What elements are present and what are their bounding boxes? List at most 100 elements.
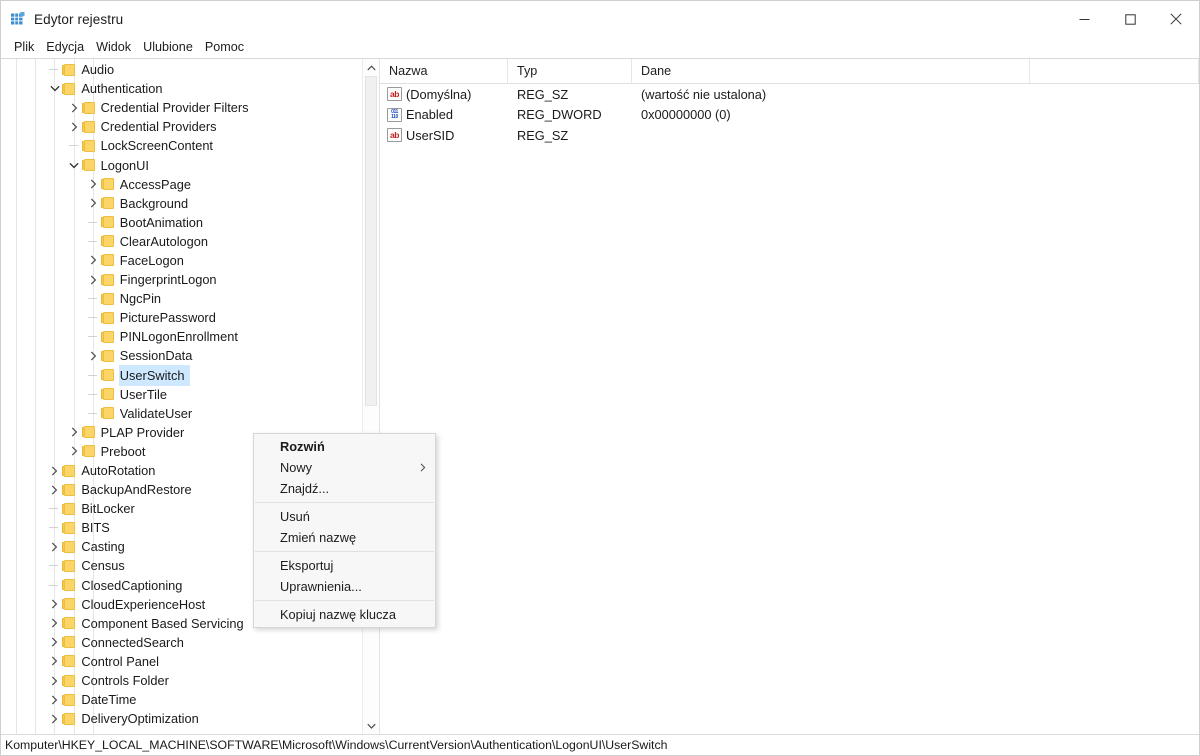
- folder-icon: [62, 636, 75, 648]
- context-menu-item[interactable]: Znajdź...: [254, 478, 435, 499]
- chevron-right-icon[interactable]: [47, 656, 62, 666]
- tree-line-spacer: [86, 370, 101, 381]
- chevron-right-icon[interactable]: [47, 618, 62, 628]
- value-row[interactable]: 011110EnabledREG_DWORD0x00000000 (0): [380, 105, 1199, 126]
- chevron-down-icon[interactable]: [67, 162, 82, 169]
- tree-node[interactable]: ConnectedSearch: [1, 633, 362, 652]
- chevron-right-icon[interactable]: [86, 255, 101, 265]
- column-header-filler: [1030, 59, 1199, 83]
- value-name-cell: ab(Domyślna): [380, 87, 508, 102]
- value-name-cell: abUserSID: [380, 128, 508, 143]
- tree-node[interactable]: UserTile: [1, 385, 362, 404]
- chevron-right-icon[interactable]: [67, 427, 82, 437]
- maximize-button[interactable]: [1107, 1, 1153, 37]
- menu-help[interactable]: Pomoc: [199, 37, 250, 58]
- tree-node-selected[interactable]: UserSwitch: [1, 366, 362, 385]
- close-button[interactable]: [1153, 1, 1199, 37]
- tree-node-label: PLAP Provider: [101, 423, 189, 442]
- chevron-right-icon[interactable]: [47, 466, 62, 476]
- tree-line-spacer: [67, 140, 82, 151]
- tree-node[interactable]: Control Panel: [1, 652, 362, 671]
- chevron-right-icon[interactable]: [86, 198, 101, 208]
- tree-node[interactable]: FaceLogon: [1, 251, 362, 270]
- chevron-right-icon[interactable]: [47, 695, 62, 705]
- chevron-right-icon[interactable]: [86, 179, 101, 189]
- tree-node[interactable]: FingerprintLogon: [1, 270, 362, 289]
- tree-node[interactable]: BootAnimation: [1, 213, 362, 232]
- value-data: 0x00000000 (0): [632, 107, 1199, 122]
- registry-tree-pane: AudioAuthenticationCredential Provider F…: [1, 59, 380, 734]
- menu-edit[interactable]: Edycja: [40, 37, 90, 58]
- context-menu-item[interactable]: Zmień nazwę: [254, 527, 435, 548]
- context-menu-item[interactable]: Rozwiń: [254, 436, 435, 457]
- tree-node[interactable]: NgcPin: [1, 289, 362, 308]
- chevron-right-icon[interactable]: [67, 103, 82, 113]
- tree-node[interactable]: Authentication: [1, 79, 362, 98]
- scroll-up-icon[interactable]: [363, 59, 380, 76]
- menu-view[interactable]: Widok: [90, 37, 137, 58]
- tree-node-label: ClosedCaptioning: [81, 576, 186, 595]
- folder-icon: [101, 369, 114, 381]
- tree-node[interactable]: PINLogonEnrollment: [1, 327, 362, 346]
- tree-node[interactable]: Credential Provider Filters: [1, 98, 362, 117]
- tree-node[interactable]: Audio: [1, 60, 362, 79]
- value-row[interactable]: ab(Domyślna)REG_SZ(wartość nie ustalona): [380, 84, 1199, 105]
- tree-node-label: DeliveryOptimization: [81, 709, 202, 728]
- context-menu-item-label: Kopiuj nazwę klucza: [280, 607, 396, 622]
- context-menu-item[interactable]: Usuń: [254, 506, 435, 527]
- tree-node[interactable]: Background: [1, 194, 362, 213]
- tree-node[interactable]: DateTime: [1, 690, 362, 709]
- tree-vertical-scrollbar[interactable]: [362, 59, 379, 734]
- chevron-right-icon[interactable]: [86, 275, 101, 285]
- chevron-right-icon[interactable]: [86, 351, 101, 361]
- tree-node[interactable]: Credential Providers: [1, 117, 362, 136]
- chevron-right-icon[interactable]: [47, 637, 62, 647]
- tree-line-spacer: [47, 560, 62, 571]
- chevron-right-icon[interactable]: [47, 599, 62, 609]
- folder-icon: [62, 465, 75, 477]
- context-menu-item[interactable]: Nowy: [254, 457, 435, 478]
- chevron-right-icon[interactable]: [67, 122, 82, 132]
- tree-node[interactable]: SessionData: [1, 346, 362, 365]
- value-name: (Domyślna): [406, 87, 471, 102]
- column-header-typ[interactable]: Typ: [508, 59, 632, 83]
- chevron-right-icon[interactable]: [67, 446, 82, 456]
- scroll-down-icon[interactable]: [363, 717, 380, 734]
- column-header-dane[interactable]: Dane: [632, 59, 1030, 83]
- tree-line-spacer: [86, 293, 101, 304]
- status-bar: Komputer\HKEY_LOCAL_MACHINE\SOFTWARE\Mic…: [1, 734, 1199, 755]
- scrollbar-thumb[interactable]: [365, 76, 377, 406]
- chevron-right-icon[interactable]: [47, 714, 62, 724]
- menu-file[interactable]: Plik: [8, 37, 40, 58]
- tree-node[interactable]: Controls Folder: [1, 671, 362, 690]
- column-header-nazwa[interactable]: Nazwa: [380, 59, 508, 83]
- context-menu-item[interactable]: Uprawnienia...: [254, 576, 435, 597]
- tree-node[interactable]: ClearAutologon: [1, 232, 362, 251]
- context-menu-item[interactable]: Eksportuj: [254, 555, 435, 576]
- chevron-right-icon[interactable]: [47, 485, 62, 495]
- tree-node[interactable]: AccessPage: [1, 175, 362, 194]
- context-menu-item[interactable]: Kopiuj nazwę klucza: [254, 604, 435, 625]
- tree-node[interactable]: ValidateUser: [1, 404, 362, 423]
- value-name-cell: 011110Enabled: [380, 107, 508, 122]
- value-row[interactable]: abUserSIDREG_SZ: [380, 125, 1199, 146]
- context-menu-separator: [255, 502, 434, 503]
- folder-icon: [62, 503, 75, 515]
- minimize-button[interactable]: [1061, 1, 1107, 37]
- tree-node-label: PicturePassword: [120, 308, 220, 327]
- tree-node[interactable]: LogonUI: [1, 155, 362, 174]
- chevron-right-icon[interactable]: [47, 676, 62, 686]
- tree-node[interactable]: LockScreenContent: [1, 136, 362, 155]
- chevron-down-icon[interactable]: [47, 85, 62, 92]
- tree-context-menu[interactable]: RozwińNowyZnajdź... Usuń Zmień nazwę Ekspor…: [253, 433, 436, 628]
- context-menu-item-label: Zmień nazwę: [280, 530, 356, 545]
- tree-node-label: LogonUI: [101, 156, 153, 175]
- values-column-header: NazwaTypDane: [380, 59, 1199, 84]
- tree-node[interactable]: DeliveryOptimization: [1, 709, 362, 728]
- tree-node[interactable]: PicturePassword: [1, 308, 362, 327]
- registry-editor-icon: [10, 11, 26, 27]
- menu-favorites[interactable]: Ulubione: [137, 37, 199, 58]
- chevron-right-icon[interactable]: [47, 542, 62, 552]
- folder-icon: [62, 617, 75, 629]
- tree-node-label: ClearAutologon: [120, 232, 212, 251]
